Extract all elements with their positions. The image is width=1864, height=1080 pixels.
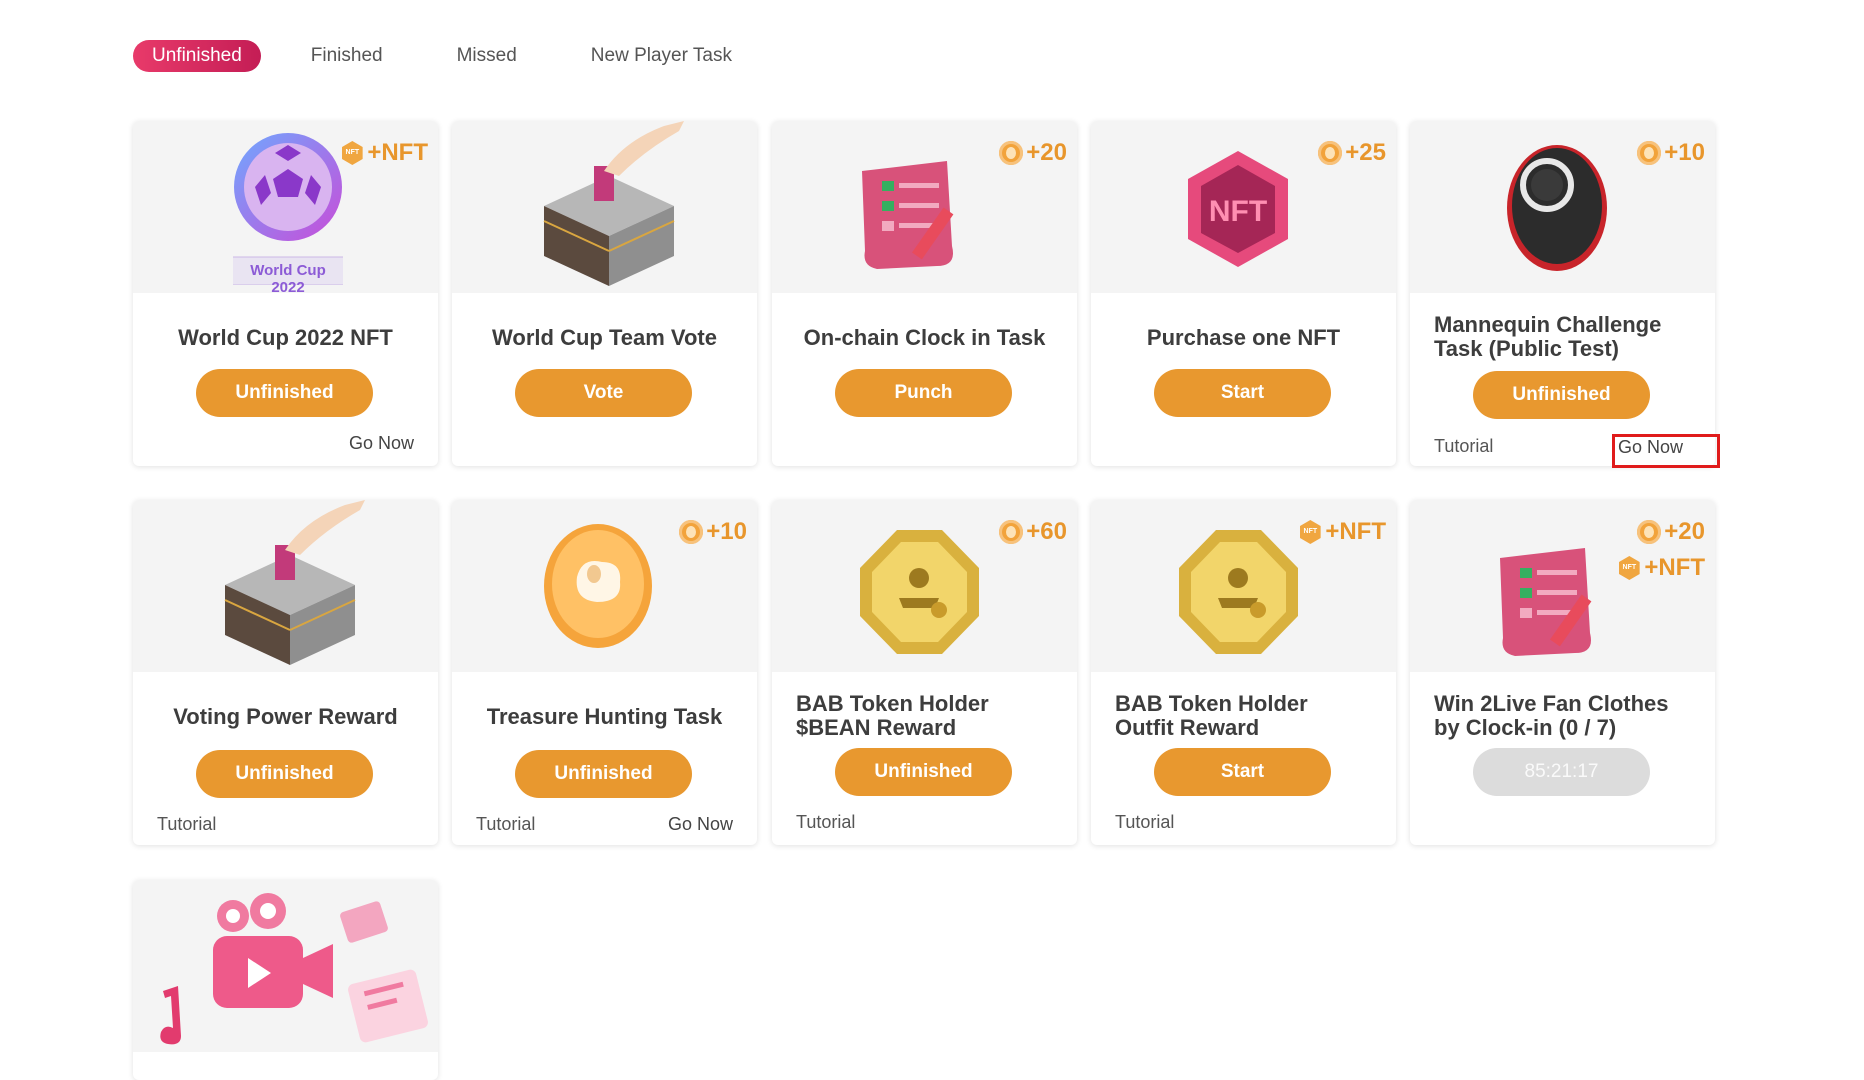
task-card-voting-power: Voting Power Reward Unfinished Tutorial	[133, 500, 438, 845]
task-card-team-vote: World Cup Team Vote Vote	[452, 121, 757, 466]
nft-hex-icon: NFT	[1300, 520, 1321, 544]
task-card-bab-outfit: NFT +NFT BAB Token Holder Outfit Reward S…	[1091, 500, 1396, 845]
coin-icon	[679, 520, 704, 544]
go-now-link[interactable]: Go Now	[668, 814, 733, 835]
gold-badge-icon	[860, 530, 979, 654]
task-thumbnail: NFT +NFT	[1091, 500, 1396, 672]
task-thumbnail: +10	[452, 500, 757, 672]
tab-finished[interactable]: Finished	[311, 40, 383, 72]
coin-icon	[1637, 141, 1662, 165]
svg-text:NFT: NFT	[1209, 195, 1267, 228]
ballot-box-icon	[543, 121, 684, 286]
reward-badge: +25	[1318, 139, 1386, 167]
tab-missed[interactable]: Missed	[457, 40, 517, 72]
task-card-clock-in: +20 On-chain Clock in Task Punch	[772, 121, 1077, 466]
task-title: World Cup 2022 NFT	[178, 325, 393, 350]
nft-hex-icon: NFT	[342, 141, 363, 165]
countdown-button: 85:21:17	[1473, 748, 1650, 796]
tab-unfinished[interactable]: Unfinished	[133, 40, 261, 72]
coin-icon	[1637, 520, 1662, 544]
tab-new-player-task[interactable]: New Player Task	[591, 40, 732, 72]
reward-badge: NFT +NFT	[340, 139, 428, 167]
go-now-link[interactable]: Go Now	[349, 433, 414, 454]
reward-badge: +60	[999, 518, 1067, 546]
tutorial-link[interactable]: Tutorial	[157, 814, 216, 835]
task-thumbnail: World Cup 2022 NFT +NFT	[133, 121, 438, 296]
unfinished-button[interactable]: Unfinished	[196, 750, 373, 798]
task-card-purchase-nft: NFT +25 Purchase one NFT Start	[1091, 121, 1396, 466]
task-card-win-fan-clothes: +20 NFT +NFT Win 2Live Fan Clothes by Clo…	[1410, 500, 1715, 845]
punch-button[interactable]: Punch	[835, 369, 1012, 417]
task-thumbnail	[452, 121, 757, 293]
nft-hex-icon: NFT	[1619, 556, 1640, 580]
task-title: Mannequin Challenge Task (Public Test)	[1434, 312, 1662, 361]
task-title: Purchase one NFT	[1146, 325, 1341, 350]
task-title: On-chain Clock in Task	[803, 325, 1046, 350]
tutorial-link[interactable]: Tutorial	[1115, 812, 1174, 833]
tutorial-link[interactable]: Tutorial	[796, 812, 855, 833]
bean-coin-icon	[544, 524, 652, 648]
reward-badge: +10	[679, 518, 747, 546]
checklist-scroll-icon	[862, 161, 954, 269]
task-title: Treasure Hunting Task	[486, 704, 723, 729]
coin-icon	[999, 141, 1024, 165]
task-thumbnail: +20	[772, 121, 1077, 293]
unfinished-button[interactable]: Unfinished	[835, 748, 1012, 796]
ballot-box-icon	[224, 500, 365, 665]
status-tabs: Unfinished Finished Missed New Player Ta…	[133, 40, 806, 72]
task-thumbnail	[133, 880, 438, 1052]
task-title: Win 2Live Fan Clothes by Clock-in (0 / 7…	[1434, 691, 1669, 740]
reward-badge: NFT +NFT	[1298, 518, 1386, 546]
nft-hexagon-icon: NFT	[1188, 151, 1288, 267]
tutorial-link[interactable]: Tutorial	[1434, 436, 1493, 457]
reward-badge: +20	[999, 139, 1067, 167]
task-title: BAB Token Holder Outfit Reward	[1115, 691, 1308, 740]
start-button[interactable]: Start	[1154, 748, 1331, 796]
reward-badge: +20	[1637, 518, 1705, 546]
unfinished-button[interactable]: Unfinished	[1473, 371, 1650, 419]
task-title: World Cup Team Vote	[492, 325, 717, 350]
video-camera-icon	[160, 893, 428, 1045]
unfinished-button[interactable]: Unfinished	[196, 369, 373, 417]
go-now-highlight-box	[1612, 434, 1720, 468]
task-thumbnail: NFT +25	[1091, 121, 1396, 293]
coin-icon	[1318, 141, 1343, 165]
task-thumbnail	[133, 500, 438, 672]
task-card-bab-bean: +60 BAB Token Holder $BEAN Reward Unfini…	[772, 500, 1077, 845]
world-cup-caption: World Cup 2022	[250, 262, 326, 296]
start-button[interactable]: Start	[1154, 369, 1331, 417]
task-card-video	[133, 880, 438, 1080]
vote-button[interactable]: Vote	[515, 369, 692, 417]
reward-badge: +10	[1637, 139, 1705, 167]
task-title: Voting Power Reward	[173, 704, 398, 729]
task-thumbnail: +60	[772, 500, 1077, 672]
tutorial-link[interactable]: Tutorial	[476, 814, 535, 835]
coin-icon	[999, 520, 1024, 544]
task-thumbnail: +20 NFT +NFT	[1410, 500, 1715, 672]
task-thumbnail: +10	[1410, 121, 1715, 293]
task-card-mannequin: +10 Mannequin Challenge Task (Public Tes…	[1410, 121, 1715, 466]
task-card-treasure-hunting: +10 Treasure Hunting Task Unfinished Tut…	[452, 500, 757, 845]
task-title: BAB Token Holder $BEAN Reward	[796, 691, 989, 740]
task-card-world-cup-nft: World Cup 2022 NFT +NFT World Cup 2022 NF…	[133, 121, 438, 466]
gold-badge-icon	[1179, 530, 1298, 654]
checklist-scroll-icon	[1500, 548, 1592, 656]
unfinished-button[interactable]: Unfinished	[515, 750, 692, 798]
mask-icon	[1507, 145, 1607, 271]
reward-badge-nft: NFT +NFT	[1617, 554, 1705, 582]
